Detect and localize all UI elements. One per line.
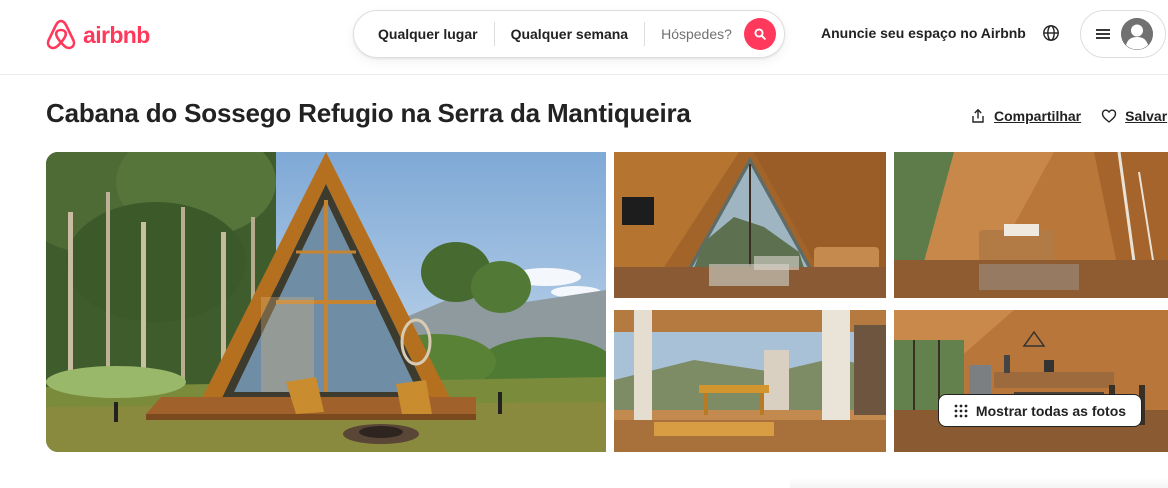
share-icon — [972, 108, 984, 123]
search-icon — [754, 28, 766, 40]
user-menu-button[interactable] — [1080, 10, 1166, 58]
avatar — [1121, 18, 1153, 50]
show-all-photos-label: Mostrar todas as fotos — [975, 402, 1127, 419]
search-when[interactable]: Qualquer semana — [495, 26, 645, 42]
search-where[interactable]: Qualquer lugar — [354, 26, 494, 42]
share-label: Compartilhar — [994, 108, 1082, 124]
photo-living-room[interactable] — [614, 152, 886, 298]
grid-dots-icon — [954, 404, 968, 417]
search-bar[interactable]: Qualquer lugar Qualquer semana Hóspedes? — [353, 10, 785, 58]
hamburger-menu-icon — [1096, 29, 1110, 39]
top-header: airbnb Qualquer lugar Qualquer semana Hó… — [0, 0, 1168, 75]
main-photo-a-frame-cabin[interactable] — [46, 152, 606, 452]
booking-card-edge — [790, 478, 1168, 488]
photo-kitchen[interactable] — [894, 310, 1168, 452]
photo-loft-interior[interactable] — [894, 152, 1168, 298]
show-all-photos-button[interactable]: Mostrar todas as fotos — [938, 394, 1142, 427]
airbnb-belo-icon — [46, 19, 76, 50]
become-host-link[interactable]: Anuncie seu espaço no Airbnb — [821, 25, 1026, 41]
photo-porch-dining[interactable] — [614, 310, 886, 452]
save-button[interactable]: Salvar — [1101, 108, 1167, 124]
listing-actions: Compartilhar Salvar — [970, 108, 1167, 124]
search-guests[interactable]: Hóspedes? — [645, 26, 748, 42]
search-button[interactable] — [744, 18, 776, 50]
user-avatar-icon — [1121, 18, 1153, 50]
airbnb-logo[interactable]: airbnb — [45, 18, 150, 52]
logo-wordmark: airbnb — [83, 21, 150, 48]
globe-icon[interactable] — [1042, 24, 1060, 42]
heart-icon — [1101, 109, 1117, 123]
listing-title: Cabana do Sossego Refugio na Serra da Ma… — [46, 98, 691, 128]
save-label: Salvar — [1125, 108, 1168, 124]
share-button[interactable]: Compartilhar — [970, 108, 1081, 124]
